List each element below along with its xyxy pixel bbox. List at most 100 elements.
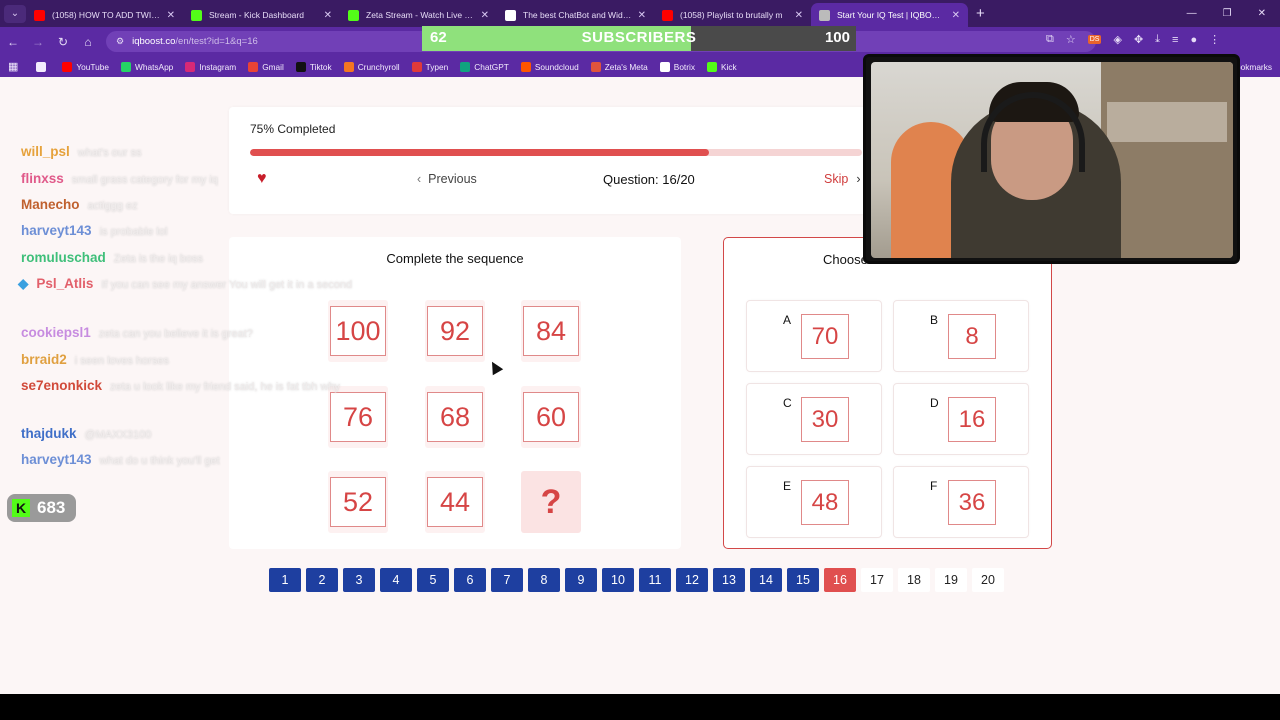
site-info-icon[interactable]: ⚙ [116,36,124,47]
close-tab-icon[interactable]: ✕ [795,10,803,21]
page-button[interactable]: 16 [824,568,856,592]
close-window-icon[interactable]: ✕ [1258,8,1266,19]
chat-username[interactable]: thajdukk [21,426,77,441]
page-button[interactable]: 14 [750,568,782,592]
browser-tab[interactable]: Zeta Stream - Watch Live on Ki ✕ [340,3,497,27]
maximize-icon[interactable]: ❐ [1223,8,1232,19]
browser-tab[interactable]: (1058) HOW TO ADD TWITCH/ ✕ [26,3,183,27]
forward-icon[interactable]: → [26,35,50,49]
translate-icon[interactable]: ⧉ [1046,33,1054,46]
sequence-cell: 68 [425,386,485,448]
sequence-cell: 60 [521,386,581,448]
page-button[interactable]: 8 [528,568,560,592]
chat-username[interactable]: flinxss [21,171,64,186]
bookmark-item[interactable]: YouTube [62,61,109,72]
bookmark-item[interactable]: Botrix [659,61,695,72]
chat-username[interactable]: Psl_Atlis [36,276,93,291]
bookmark-item[interactable]: WhatsApp [121,61,173,72]
chat-username[interactable]: cookiepsl1 [21,325,91,340]
close-tab-icon[interactable]: ✕ [952,10,960,21]
answer-option-f[interactable]: F 36 [893,466,1029,538]
download-icon[interactable]: ⤓ [1155,33,1160,46]
close-tab-icon[interactable]: ✕ [324,10,332,21]
chat-username[interactable]: brraid2 [21,352,67,367]
gmail-icon [248,61,259,72]
page-button[interactable]: 19 [935,568,967,592]
page-button[interactable]: 4 [380,568,412,592]
close-tab-icon[interactable]: ✕ [167,10,175,21]
bookmark-item[interactable]: Gmail [248,61,284,72]
page-button[interactable]: 13 [713,568,745,592]
page-button[interactable]: 15 [787,568,819,592]
browser-tab[interactable]: Start Your IQ Test | IQBOOST ✕ [811,3,968,27]
bookmark-item[interactable]: Tiktok [295,61,332,72]
extensions-puzzle-icon[interactable]: ✥ [1134,33,1143,46]
back-icon[interactable]: ← [1,35,25,49]
minimize-icon[interactable]: — [1187,8,1197,19]
answer-option-b[interactable]: B8 [893,300,1029,372]
chat-text: what's our ss [77,147,142,159]
page-button[interactable]: 6 [454,568,486,592]
extension-icon[interactable]: DS [1087,35,1102,44]
page-button[interactable]: 7 [491,568,523,592]
page-button[interactable]: 12 [676,568,708,592]
answer-option-c[interactable]: C 30 [746,383,882,455]
subscriber-goal: 100 [824,29,850,46]
bookmark-star-icon[interactable]: ☆ [1066,33,1076,46]
bookmark-item[interactable]: Crunchyroll [343,61,400,72]
chevron-left-icon: ‹ [417,172,422,186]
chat-text: small grass category for my iq [71,174,218,186]
chat-username[interactable]: Manecho [21,197,80,212]
browser-tab[interactable]: The best ChatBot and Widgets ✕ [497,3,654,27]
close-tab-icon[interactable]: ✕ [481,10,489,21]
browser-tab[interactable]: (1058) Playlist to brutally m ✕ [654,3,811,27]
answer-option-d[interactable]: D 16 [893,383,1029,455]
chat-text: @MAXX3100 [84,429,152,441]
page-button[interactable]: 10 [602,568,634,592]
reload-icon[interactable]: ↻ [51,35,75,49]
close-tab-icon[interactable]: ✕ [638,10,646,21]
page-button[interactable]: 20 [972,568,1004,592]
tab-search-button[interactable]: ⌄ [4,4,26,23]
menu-icon[interactable]: ⋮ [1209,33,1220,46]
bookmark-item[interactable]: Zeta's Meta [590,61,648,72]
answer-option-a[interactable]: A 70 [746,300,882,372]
chat-username[interactable]: se7enonkick [21,378,102,393]
bookmark-item[interactable] [36,61,50,72]
previous-button[interactable]: ‹ Previous [417,172,477,186]
skip-button[interactable]: Skip › [824,172,861,186]
globe-icon [819,9,830,21]
browser-tab[interactable]: Stream - Kick Dashboard ✕ [183,3,340,27]
page-button[interactable]: 3 [343,568,375,592]
tab-title: Start Your IQ Test | IQBOOST [837,10,946,20]
all-bookmarks-link[interactable]: ookmarks [1236,62,1272,72]
answer-option-e[interactable]: E 48 [746,466,882,538]
page-button[interactable]: 2 [306,568,338,592]
new-tab-button[interactable]: + [976,5,985,22]
page-button[interactable]: 5 [417,568,449,592]
bookmark-item[interactable]: Instagram [185,61,236,72]
page-button[interactable]: 11 [639,568,671,592]
bookmark-item[interactable]: Soundcloud [520,61,579,72]
kick-icon [191,9,202,21]
chat-username[interactable]: romuluschad [21,250,106,265]
chat-text: is probable lol [99,226,168,238]
chat-username[interactable]: harveyt143 [21,452,92,467]
page-button[interactable]: 1 [269,568,301,592]
bookmark-item[interactable]: ChatGPT [460,61,509,72]
bookmark-item[interactable]: Kick [707,61,737,72]
chat-username[interactable]: will_psl [21,144,70,159]
chat-username[interactable]: harveyt143 [21,223,92,238]
page-button[interactable]: 9 [565,568,597,592]
home-icon[interactable]: ⌂ [76,35,100,49]
extension-icon[interactable]: ◈ [1113,33,1121,46]
bookmark-item[interactable]: Typen [411,61,448,72]
reading-list-icon[interactable]: ≡ [1172,34,1178,46]
profile-avatar[interactable]: ● [1190,34,1197,46]
option-letter: A [783,313,792,327]
apps-grid-icon[interactable]: ▦ [8,60,18,73]
page-button[interactable]: 17 [861,568,893,592]
page-button[interactable]: 18 [898,568,930,592]
option-value: 16 [948,397,996,442]
chat-message: romuluschad Zeta is the iq boss [21,250,203,265]
